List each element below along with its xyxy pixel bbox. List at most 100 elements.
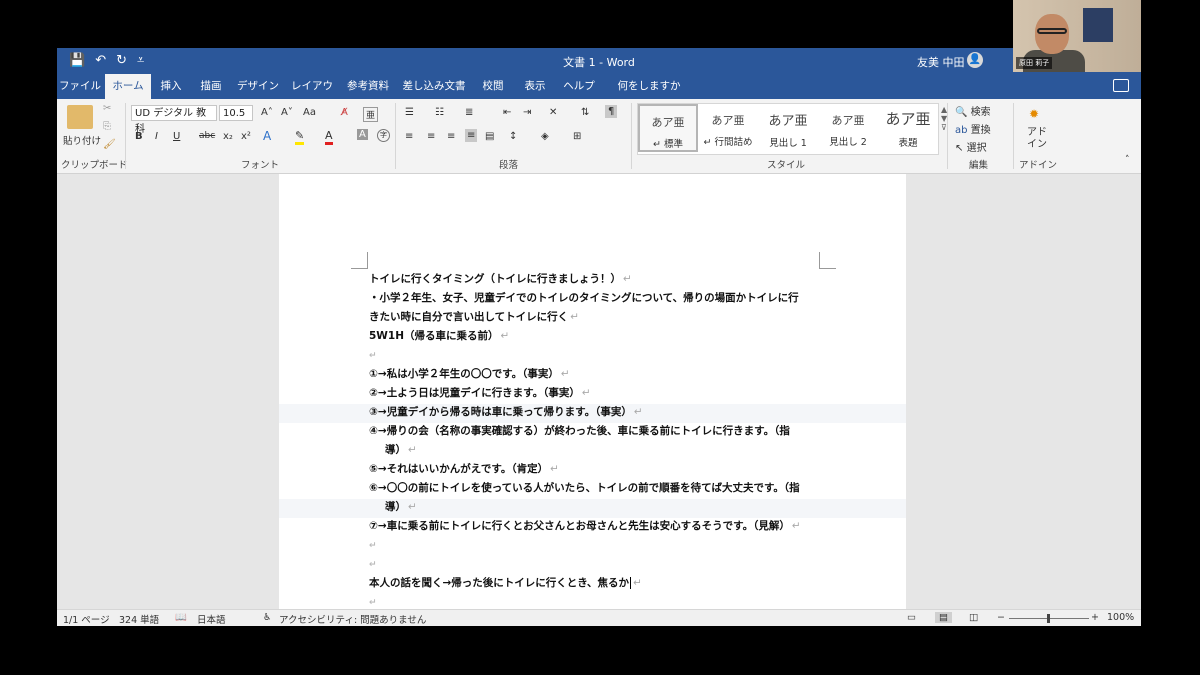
doc-line[interactable]: きたい時に自分で言い出してトイレに行く ↵ (369, 308, 829, 327)
font-color-icon[interactable]: A (325, 129, 333, 145)
borders-icon[interactable]: ⊞ (573, 131, 581, 142)
character-shading-icon[interactable]: A (357, 129, 368, 140)
superscript-button[interactable]: x² (241, 131, 251, 142)
doc-line[interactable]: ④→帰りの会（名称の事実確認する）が終わった後、車に乗る前にトイレに行きます。（… (369, 422, 829, 441)
word-count[interactable]: 324 単語 (119, 612, 159, 626)
proofing-icon[interactable]: 📖 (175, 612, 187, 623)
subscript-button[interactable]: x₂ (223, 131, 233, 142)
distributed-icon[interactable]: ▤ (485, 131, 494, 142)
style-preview: あア亜 (768, 114, 808, 129)
increase-indent-icon[interactable]: ⇥ (523, 107, 531, 118)
addins-button[interactable]: アド イン (1027, 127, 1047, 151)
zoom-in-button[interactable]: + (1091, 612, 1099, 623)
style-heading-2[interactable]: あア亜 見出し 2 (818, 104, 878, 152)
format-painter-icon[interactable]: 🖌 (103, 139, 116, 150)
doc-line[interactable]: 導） ↵ (385, 441, 845, 460)
doc-line[interactable]: 5W1H（帰る車に乗る前） ↵ (369, 327, 829, 346)
doc-line[interactable]: ①→私は小学２年生の〇〇です。（事実） ↵ (369, 365, 829, 384)
tab-file[interactable]: ファイル (57, 74, 103, 99)
sort-icon[interactable]: ⇅ (581, 107, 589, 118)
doc-line[interactable]: ↵ (369, 593, 829, 609)
addins-icon[interactable]: ✹ (1029, 107, 1039, 121)
paste-icon[interactable] (67, 105, 93, 129)
webcam-video: 原田 莉子 (1013, 0, 1141, 72)
style-normal[interactable]: あア亜 ↵ 標準 (638, 104, 698, 152)
styles-gallery: あア亜 ↵ 標準 あア亜 ↵ 行間詰め あア亜 見出し 1 あア亜 見出し 2 … (637, 103, 939, 155)
justify-icon[interactable]: ≡ (465, 129, 478, 142)
italic-button[interactable]: I (155, 131, 158, 142)
read-mode-icon[interactable]: ▭ (907, 612, 916, 623)
doc-line[interactable]: トイレに行くタイミング（トイレに行きましょう！） ↵ (369, 270, 829, 289)
grow-font-button[interactable]: A˄ (261, 107, 273, 118)
shading-icon[interactable]: ◈ (541, 131, 549, 142)
doc-line[interactable]: ⑦→車に乗る前にトイレに行くとお父さんとお母さんと先生は安心するそうです。（見解… (369, 517, 829, 536)
accessibility-status[interactable]: アクセシビリティ: 問題ありません (279, 612, 426, 626)
language-indicator[interactable]: 日本語 (197, 612, 226, 626)
doc-line[interactable]: ②→土よう日は児童デイに行きます。（事実） ↵ (369, 384, 829, 403)
web-layout-icon[interactable]: ◫ (969, 612, 978, 623)
zoom-out-button[interactable]: − (997, 612, 1005, 623)
replace-button[interactable]: ab 置換 (955, 121, 991, 136)
collapse-ribbon-icon[interactable]: ˄ (1125, 155, 1130, 165)
underline-button[interactable]: U (173, 131, 180, 142)
copy-icon[interactable]: ⎘ (103, 121, 111, 132)
tab-review[interactable]: 校閲 (475, 74, 511, 99)
doc-line[interactable]: ⑤→それはいいかんがえです。（肯定） ↵ (369, 460, 829, 479)
shrink-font-button[interactable]: A˅ (281, 107, 293, 118)
doc-line[interactable]: 導） ↵ (385, 498, 845, 517)
font-size-select[interactable]: 10.5 (219, 105, 253, 121)
doc-line[interactable]: ⑥→〇〇の前にトイレを使っている人がいたら、トイレの前で順番を待てば大丈夫です。… (369, 479, 829, 498)
select-button[interactable]: ↖ 選択 (955, 139, 987, 154)
doc-line[interactable]: ↵ (369, 536, 829, 556)
zoom-level[interactable]: 100% (1107, 612, 1134, 623)
asian-layout-icon[interactable]: ✕ (549, 107, 557, 118)
find-button[interactable]: 🔍 検索 (955, 103, 991, 118)
doc-line[interactable]: 本人の話を聞く→帰った後にトイレに行くとき、焦るか ↵ (369, 574, 829, 593)
paste-button[interactable]: 貼り付け (63, 133, 101, 147)
clear-format-icon[interactable]: A̸ (341, 107, 348, 118)
bullets-icon[interactable]: ☰ (405, 107, 414, 118)
cut-icon[interactable]: ✂ (103, 103, 111, 114)
tab-insert[interactable]: 挿入 (153, 74, 189, 99)
align-left-icon[interactable]: ≡ (405, 131, 413, 142)
tab-draw[interactable]: 描画 (193, 74, 229, 99)
change-case-button[interactable]: Aa (303, 107, 316, 118)
font-name-select[interactable]: UD デジタル 教科 (131, 105, 217, 135)
avatar[interactable]: 👤 (967, 52, 983, 68)
doc-line[interactable]: ③→児童デイから帰る時は車に乗って帰ります。（事実） ↵ (369, 403, 829, 422)
align-right-icon[interactable]: ≡ (447, 131, 455, 142)
document-page[interactable]: トイレに行くタイミング（トイレに行きましょう！） ↵ ・小学２年生、女子、児童デイ… (279, 174, 906, 609)
separator (947, 103, 948, 169)
tab-design[interactable]: デザイン (235, 74, 281, 99)
tell-me-search[interactable]: 何をしますか (609, 74, 689, 99)
comments-icon[interactable] (1113, 79, 1129, 92)
doc-line[interactable]: ↵ (369, 346, 829, 366)
phonetic-guide-icon[interactable]: 亜 (363, 107, 379, 122)
style-no-spacing[interactable]: あア亜 ↵ 行間詰め (698, 104, 758, 152)
enclose-characters-icon[interactable]: 字 (377, 129, 390, 142)
style-heading-1[interactable]: あア亜 見出し 1 (758, 104, 818, 152)
decrease-indent-icon[interactable]: ⇤ (503, 107, 511, 118)
show-marks-icon[interactable]: ¶ (605, 105, 618, 118)
style-title[interactable]: あア亜 表題 (878, 104, 938, 152)
doc-line[interactable]: ↵ (369, 555, 829, 575)
tab-view[interactable]: 表示 (517, 74, 553, 99)
tab-references[interactable]: 参考資料 (343, 74, 393, 99)
align-center-icon[interactable]: ≡ (427, 131, 435, 142)
tab-mailings[interactable]: 差し込み文書 (401, 74, 467, 99)
strikethrough-button[interactable]: abc (199, 131, 215, 141)
bold-button[interactable]: B (135, 131, 143, 142)
numbering-icon[interactable]: ☷ (435, 107, 444, 118)
page-count[interactable]: 1/1 ページ (63, 612, 110, 626)
doc-line[interactable]: ・小学２年生、女子、児童デイでのトイレのタイミングについて、帰りの場面かトイレに… (369, 289, 829, 308)
tab-home[interactable]: ホーム (105, 74, 151, 99)
highlight-icon[interactable]: ✎ (295, 129, 305, 145)
text-effects-icon[interactable]: A (263, 129, 271, 143)
zoom-slider-thumb[interactable] (1047, 614, 1050, 623)
tab-layout[interactable]: レイアウト (287, 74, 337, 117)
multilevel-list-icon[interactable]: ≣ (465, 107, 473, 118)
line-spacing-icon[interactable]: ↕ (509, 131, 517, 142)
user-name[interactable]: 友美 中田 (917, 54, 965, 70)
print-layout-icon[interactable]: ▤ (935, 612, 952, 623)
tab-help[interactable]: ヘルプ (559, 74, 599, 99)
